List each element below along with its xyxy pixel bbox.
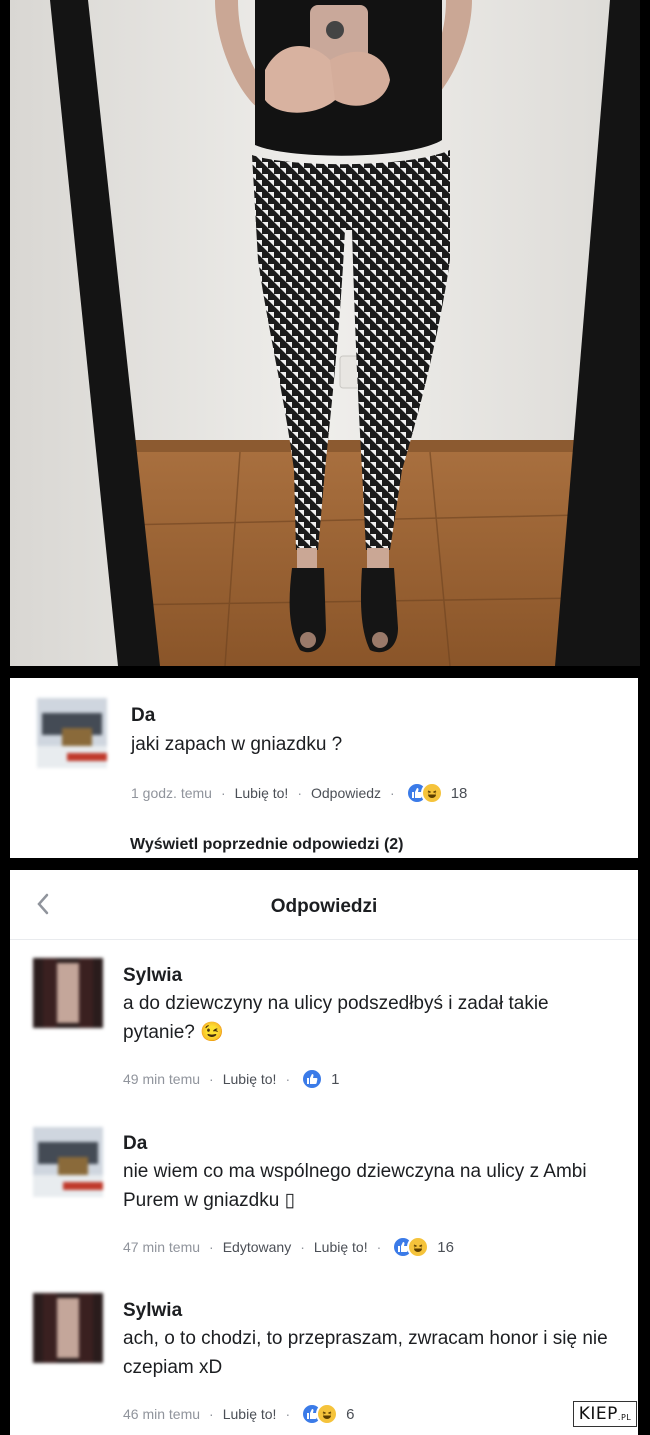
reply-meta: 46 min temu · Lubię to! · 6 <box>123 1403 354 1425</box>
reaction-summary[interactable]: 16 <box>392 1236 454 1258</box>
haha-icon <box>420 782 443 804</box>
reply-timestamp: 47 min temu <box>123 1239 201 1255</box>
replies-header: Odpowiedzi <box>10 870 638 940</box>
reply-link[interactable]: Odpowiedz <box>311 785 381 801</box>
reaction-count: 18 <box>450 784 468 802</box>
view-previous-replies-link[interactable]: Wyświetl poprzednie odpowiedzi (2) <box>130 836 404 854</box>
mirror-selfie-photo <box>10 0 640 666</box>
replies-panel: Odpowiedzi Sylwia a do dziewczyny na uli… <box>10 870 638 1435</box>
like-link[interactable]: Lubię to! <box>223 1071 277 1087</box>
reply-author[interactable]: Sylwia <box>123 965 182 987</box>
edited-label[interactable]: Edytowany <box>223 1239 291 1255</box>
reply-meta: 47 min temu · Edytowany · Lubię to! · 16 <box>123 1236 454 1258</box>
haha-icon <box>407 1236 430 1258</box>
haha-icon <box>316 1403 339 1425</box>
reply-text: a do dziewczyny na ulicy podszedłbyś i z… <box>123 993 549 1043</box>
site-watermark-logo: KIEP .PL <box>573 1401 637 1427</box>
reaction-count: 1 <box>331 1070 340 1088</box>
comment-author[interactable]: Da <box>131 705 155 727</box>
reply-text: nie wiem co ma wspólnego dziewczyna na u… <box>123 1161 587 1211</box>
watermark-main: KIEP <box>578 1404 618 1424</box>
like-link[interactable]: Lubię to! <box>314 1239 368 1255</box>
reaction-summary[interactable]: 1 <box>301 1068 339 1090</box>
reply-meta: 49 min temu · Lubię to! · 1 <box>123 1068 339 1090</box>
like-link[interactable]: Lubię to! <box>223 1406 277 1422</box>
like-link[interactable]: Lubię to! <box>235 785 289 801</box>
parent-comment-panel: Da jaki zapach w gniazdku ? 1 godz. temu… <box>10 678 638 858</box>
reply-author[interactable]: Sylwia <box>123 1300 182 1322</box>
reply-timestamp: 49 min temu <box>123 1071 201 1087</box>
reply-author[interactable]: Da <box>123 1133 147 1155</box>
watermark-suffix: .PL <box>617 1412 632 1422</box>
avatar[interactable] <box>37 698 107 768</box>
reply-timestamp: 46 min temu <box>123 1406 201 1422</box>
like-icon <box>301 1068 324 1090</box>
avatar[interactable] <box>33 958 103 1028</box>
avatar[interactable] <box>33 1293 103 1363</box>
reaction-summary[interactable]: 18 <box>405 782 468 804</box>
reaction-summary[interactable]: 6 <box>301 1403 354 1425</box>
comment-text: jaki zapach w gniazdku ? <box>131 734 343 755</box>
page-title: Odpowiedzi <box>270 896 378 917</box>
reply-text: ach, o to chodzi, to przepraszam, zwraca… <box>123 1328 608 1378</box>
avatar[interactable] <box>33 1127 103 1197</box>
reaction-count: 6 <box>346 1405 355 1423</box>
reaction-count: 16 <box>437 1238 454 1256</box>
comment-timestamp: 1 godz. temu <box>131 785 212 801</box>
comment-meta: 1 godz. temu · Lubię to! · Odpowiedz · 1… <box>131 782 467 804</box>
